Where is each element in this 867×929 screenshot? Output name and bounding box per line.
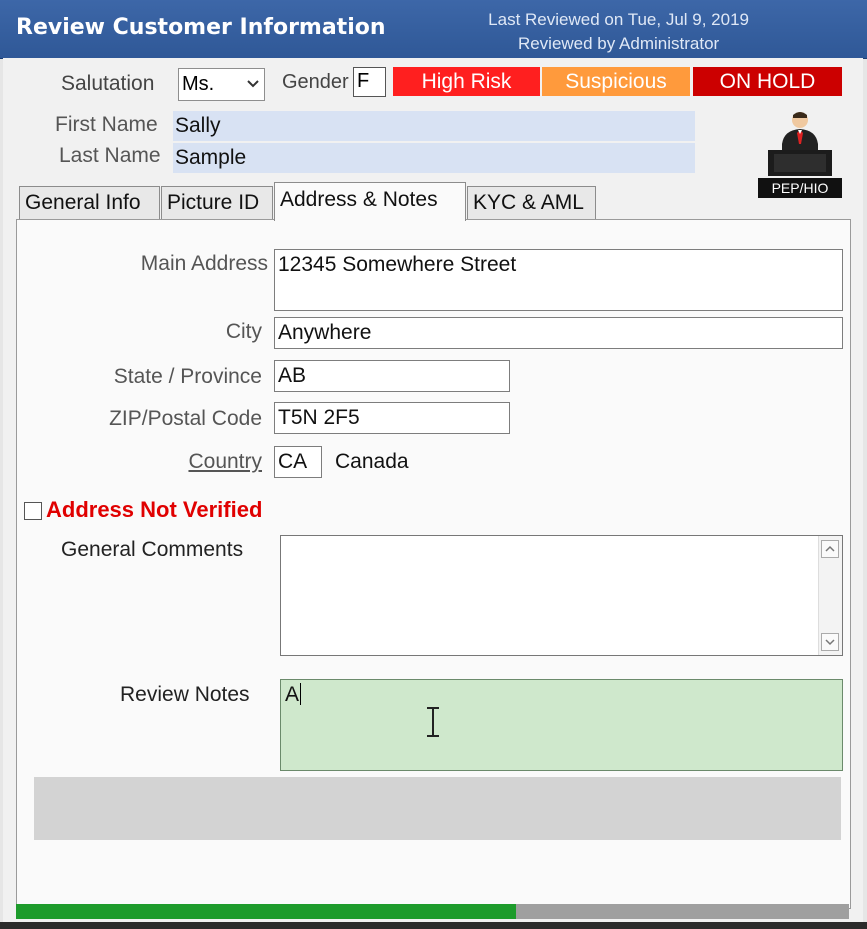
review-info: Last Reviewed on Tue, Jul 9, 2019 Review…: [488, 8, 749, 56]
review-notes-textarea[interactable]: A: [280, 679, 843, 771]
person-at-podium-icon: [768, 112, 832, 176]
window-title: Review Customer Information: [16, 15, 386, 40]
scroll-down-icon[interactable]: [821, 633, 839, 651]
title-bar: Review Customer Information Last Reviewe…: [0, 0, 867, 59]
city-label: City: [225, 320, 262, 343]
country-name: Canada: [335, 450, 409, 473]
text-cursor-icon: [427, 707, 439, 737]
text-caret: [300, 683, 302, 705]
tab-picture-id[interactable]: Picture ID: [161, 186, 273, 220]
salutation-label: Salutation: [61, 72, 155, 95]
on-hold-badge[interactable]: ON HOLD: [693, 67, 842, 96]
address-not-verified-checkbox[interactable]: [24, 502, 42, 520]
bottom-bar: [0, 922, 867, 929]
progress-fill: [16, 904, 516, 919]
address-not-verified-label: Address Not Verified: [46, 497, 263, 522]
salutation-value: Ms.: [182, 73, 215, 95]
pep-hio-badge[interactable]: PEP/HIO: [758, 110, 842, 198]
tab-address-notes[interactable]: Address & Notes: [274, 182, 466, 221]
last-name-field[interactable]: Sample: [173, 143, 695, 173]
tab-general-info[interactable]: General Info: [19, 186, 160, 220]
comments-scrollbar[interactable]: [818, 536, 842, 655]
state-province-field[interactable]: AB: [274, 360, 510, 392]
scroll-up-icon[interactable]: [821, 540, 839, 558]
last-name-label: Last Name: [59, 144, 161, 167]
suspicious-badge[interactable]: Suspicious: [542, 67, 690, 96]
country-code-field[interactable]: CA: [274, 446, 322, 478]
city-field[interactable]: Anywhere: [274, 317, 843, 349]
first-name-label: First Name: [55, 113, 158, 136]
gender-field[interactable]: F: [353, 67, 386, 97]
main-address-field[interactable]: 12345 Somewhere Street: [274, 249, 843, 311]
chevron-down-icon: [247, 80, 259, 88]
last-reviewed-text: Last Reviewed on Tue, Jul 9, 2019: [488, 10, 749, 29]
tab-kyc-aml[interactable]: KYC & AML: [467, 186, 596, 220]
reviewed-by-text: Reviewed by Administrator: [517, 34, 720, 53]
pep-hio-label: PEP/HIO: [758, 178, 842, 198]
general-comments-textarea[interactable]: [280, 535, 843, 656]
country-link[interactable]: Country: [60, 450, 262, 474]
salutation-select[interactable]: Ms.: [178, 68, 265, 101]
state-province-label: State / Province: [113, 365, 262, 388]
gender-label: Gender: [282, 71, 349, 93]
main-address-label: Main Address: [140, 252, 268, 275]
high-risk-badge[interactable]: High Risk: [393, 67, 540, 96]
zip-postal-code-field[interactable]: T5N 2F5: [274, 402, 510, 434]
general-comments-label: General Comments: [61, 538, 244, 561]
footer-strip: [34, 777, 841, 840]
first-name-field[interactable]: Sally: [173, 111, 695, 141]
review-notes-label: Review Notes: [120, 683, 250, 706]
review-notes-text: A: [285, 683, 300, 706]
zip-postal-code-label: ZIP/Postal Code: [109, 407, 262, 430]
progress-bar: [16, 904, 849, 919]
